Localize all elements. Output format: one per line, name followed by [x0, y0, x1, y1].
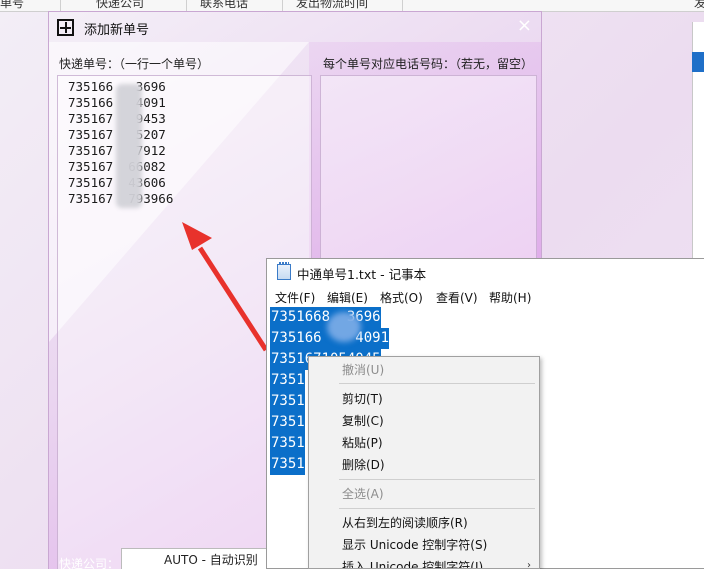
tracking-line: 735166 3696: [68, 79, 166, 94]
menu-help[interactable]: 帮助(H): [489, 289, 531, 306]
close-button[interactable]: ×: [517, 15, 532, 36]
selected-line: 7351: [270, 370, 305, 391]
menu-item-show-unicode[interactable]: 显示 Unicode 控制字符(S): [342, 535, 487, 555]
menu-separator: [339, 383, 535, 384]
menu-edit[interactable]: 编辑(E): [327, 289, 368, 306]
notepad-title: 中通单号1.txt - 记事本: [297, 267, 427, 282]
arrow-head: [182, 222, 212, 250]
arrow-shaft: [197, 246, 269, 352]
menu-item-cut[interactable]: 剪切(T): [342, 389, 383, 409]
tracking-line: 735167 7912: [68, 143, 166, 158]
menu-format[interactable]: 格式(O): [380, 289, 423, 306]
dialog-title: 添加新单号: [84, 23, 150, 38]
menu-item-copy[interactable]: 复制(C): [342, 411, 384, 431]
menu-item-insert-unicode[interactable]: 插入 Unicode 控制字符(I): [342, 557, 483, 568]
tracking-line: 735167 9453: [68, 111, 166, 126]
tracking-line: 735167 66082: [68, 159, 166, 174]
submenu-arrow-icon: ›: [527, 560, 531, 569]
notepad-icon: [277, 262, 291, 280]
notepad-titlebar[interactable]: 中通单号1.txt - 记事本: [267, 259, 704, 285]
menu-file[interactable]: 文件(F): [275, 289, 315, 306]
dialog-titlebar[interactable]: 添加新单号 ×: [49, 12, 541, 42]
selected-line: 7351: [270, 391, 305, 412]
redaction-blur: [327, 312, 361, 342]
add-square-icon: [57, 19, 74, 36]
menu-item-undo[interactable]: 撤消(U): [342, 360, 384, 380]
notepad-menubar: 文件(F) 编辑(E) 格式(O) 查看(V) 帮助(H): [267, 286, 704, 306]
selected-line: 7351668 3696: [270, 307, 381, 328]
menu-view[interactable]: 查看(V): [436, 289, 478, 306]
selected-line: 7351: [270, 454, 305, 475]
menu-separator: [339, 508, 535, 509]
menu-item-delete[interactable]: 删除(D): [342, 455, 385, 475]
selected-line: 7351: [270, 433, 305, 454]
selected-line: 7351: [270, 412, 305, 433]
menu-item-select-all[interactable]: 全选(A): [342, 484, 384, 504]
company-label: 快递公司：: [59, 557, 120, 569]
tracking-numbers-label: 快递单号：（一行一个单号）: [59, 57, 210, 71]
phone-numbers-label: 每个单号对应电话号码：（若无，留空）: [323, 57, 534, 71]
menu-separator: [339, 479, 535, 480]
redaction-blur: [116, 84, 142, 208]
context-menu: 撤消(U) 剪切(T) 复制(C) 粘贴(P) 删除(D) 全选(A) 从右到左…: [308, 356, 540, 569]
tracking-line: 735167 43606: [68, 175, 166, 190]
tracking-line: 735167 793966: [68, 191, 174, 206]
column-header-tracking[interactable]: 单号: [0, 0, 24, 11]
tracking-line: 735167 5207: [68, 127, 166, 142]
tracking-line: 735166 4091: [68, 95, 166, 110]
right-list-selected-row[interactable]: [692, 52, 704, 72]
menu-item-rtl-reading[interactable]: 从右到左的阅读顺序(R): [342, 513, 468, 533]
right-column-header: 发: [694, 0, 704, 10]
red-arrow-annotation: [182, 222, 269, 352]
menu-item-paste[interactable]: 粘贴(P): [342, 433, 383, 453]
